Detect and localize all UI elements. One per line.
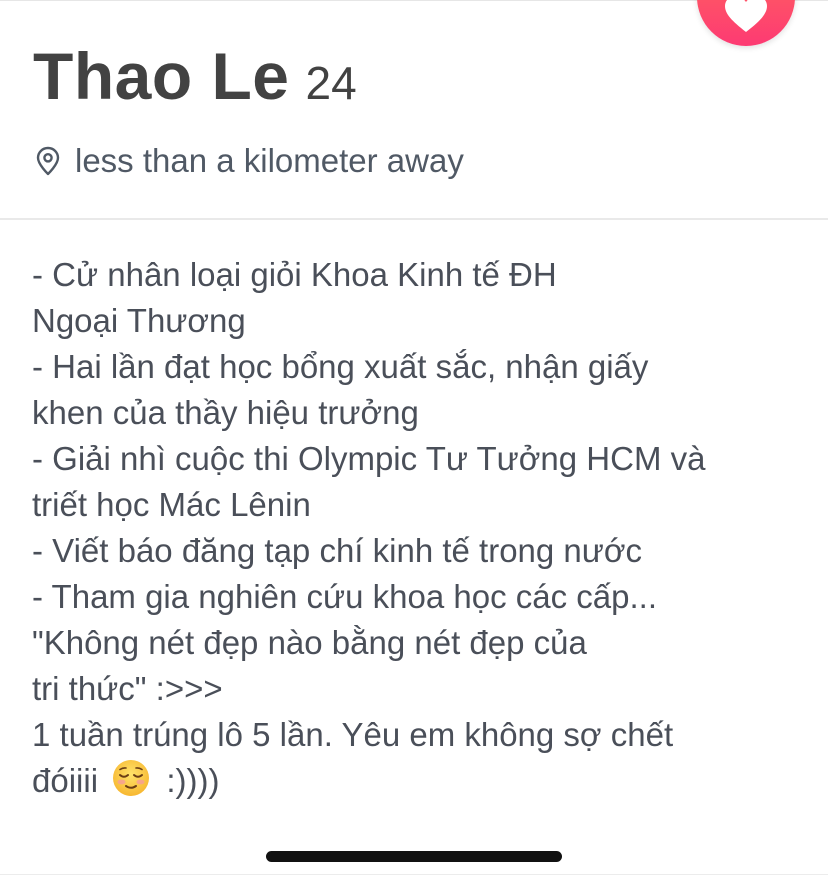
distance-text: less than a kilometer away	[75, 142, 464, 179]
bio-line: 1 tuần trúng lô 5 lần. Yêu em không sợ c…	[32, 716, 674, 753]
bio-text-before-emoji: đóiiii	[32, 762, 99, 799]
bio-line: khen của thầy hiệu trưởng	[32, 394, 419, 431]
bio-line: Ngoại Thương	[32, 302, 246, 339]
like-button[interactable]	[697, 0, 795, 46]
map-pin-icon	[36, 146, 60, 176]
profile-name: Thao Le	[33, 39, 290, 113]
profile-header: Thao Le 24	[33, 38, 357, 114]
home-indicator[interactable]	[266, 851, 562, 862]
bio-line: - Tham gia nghiên cứu khoa học các cấp..…	[32, 578, 658, 615]
bottom-divider	[0, 874, 828, 875]
bio-line: - Cử nhân loại giỏi Khoa Kinh tế ĐH	[32, 256, 557, 293]
bio-line: "Không nét đẹp nào bằng nét đẹp của	[32, 624, 587, 661]
bio-text: - Cử nhân loại giỏi Khoa Kinh tế ĐH Ngoạ…	[32, 252, 802, 804]
bio-text-after-emoji: :))))	[166, 762, 220, 799]
heart-icon	[725, 0, 767, 32]
relieved-face-emoji	[113, 760, 150, 796]
bio-line-last: đóiiii :))))	[32, 758, 802, 804]
bio-line: - Viết báo đăng tạp chí kinh tế trong nư…	[32, 532, 643, 569]
bio-line: tri thức" :>>>	[32, 670, 223, 707]
profile-page: Thao Le 24 less than a kilometer away - …	[0, 0, 828, 877]
bio-line: triết học Mác Lênin	[32, 486, 311, 523]
bio-line: - Hai lần đạt học bổng xuất sắc, nhận gi…	[32, 348, 649, 385]
bio-line: - Giải nhì cuộc thi Olympic Tư Tưởng HCM…	[32, 440, 706, 477]
profile-age: 24	[305, 57, 357, 109]
distance-row: less than a kilometer away	[35, 142, 464, 180]
section-divider	[0, 218, 828, 220]
